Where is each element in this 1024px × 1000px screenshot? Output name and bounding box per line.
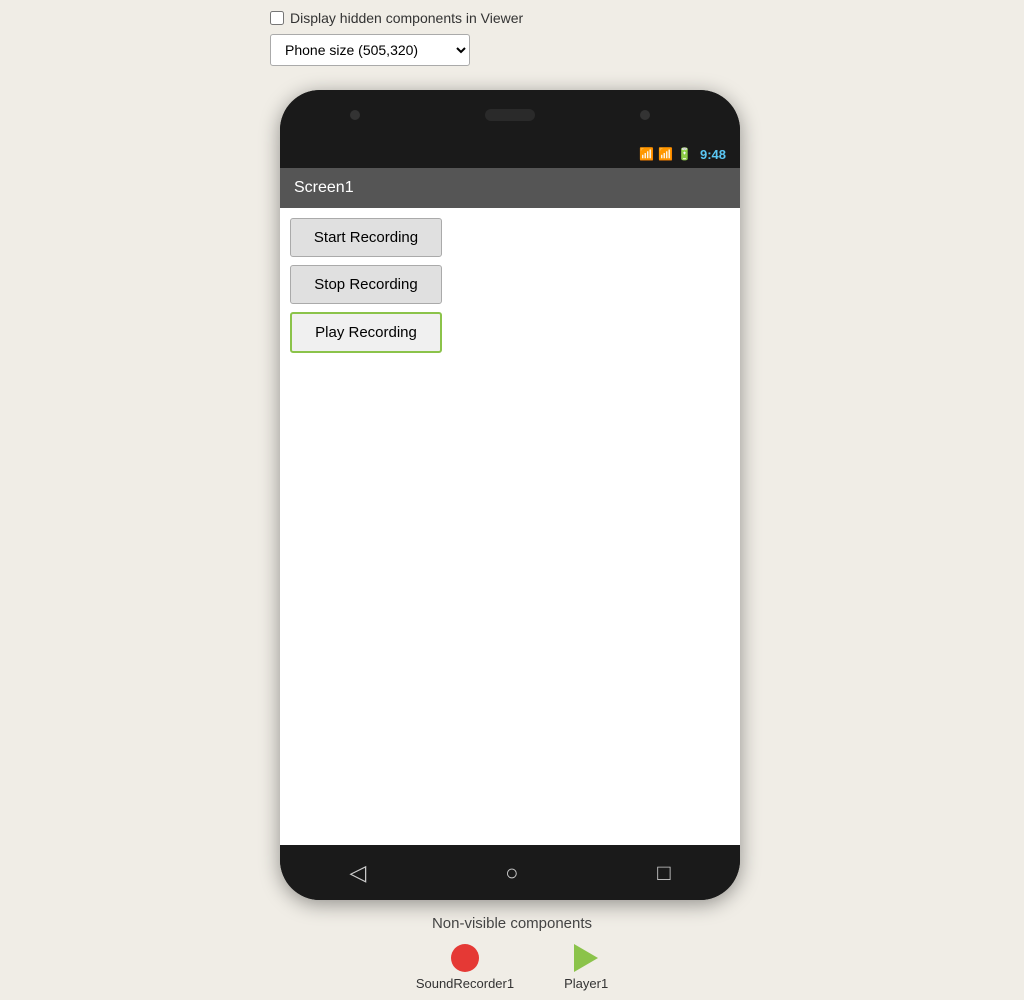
status-time: 9:48 <box>700 147 726 162</box>
phone-sensor-icon <box>640 110 650 120</box>
phone-speaker-icon <box>485 109 535 121</box>
app-title-bar: Screen1 <box>280 168 740 208</box>
signal-icon: 📶 <box>658 147 673 161</box>
display-hidden-label: Display hidden components in Viewer <box>290 10 523 26</box>
checkbox-row: Display hidden components in Viewer <box>270 10 523 26</box>
phone-top-bar <box>280 90 740 140</box>
phone-frame: 📶 📶 🔋 9:48 Screen1 Start Recording Stop … <box>280 90 740 900</box>
status-icons: 📶 📶 🔋 9:48 <box>639 147 726 162</box>
player-icon <box>574 944 598 972</box>
wifi-icon: 📶 <box>639 147 654 161</box>
play-recording-button[interactable]: Play Recording <box>290 312 442 353</box>
phone-camera-icon <box>350 110 360 120</box>
battery-icon: 🔋 <box>677 147 692 161</box>
stop-recording-button[interactable]: Stop Recording <box>290 265 442 304</box>
player-component: Player1 <box>564 944 608 991</box>
back-nav-icon[interactable]: ◁ <box>349 860 366 886</box>
status-bar: 📶 📶 🔋 9:48 <box>280 140 740 168</box>
recent-nav-icon[interactable]: □ <box>657 860 670 886</box>
sound-recorder-label: SoundRecorder1 <box>416 976 514 991</box>
player-label: Player1 <box>564 976 608 991</box>
sound-recorder-icon <box>451 944 479 972</box>
size-select[interactable]: Phone size (505,320) Tablet size (1024,7… <box>270 34 470 66</box>
non-visible-title: Non-visible components <box>0 915 1024 932</box>
sound-recorder-component: SoundRecorder1 <box>416 944 514 991</box>
display-hidden-checkbox[interactable] <box>270 11 284 25</box>
home-nav-icon[interactable]: ○ <box>505 860 518 886</box>
phone-screen: Start Recording Stop Recording Play Reco… <box>280 208 740 845</box>
non-visible-components: SoundRecorder1 Player1 <box>0 944 1024 991</box>
start-recording-button[interactable]: Start Recording <box>290 218 442 257</box>
top-controls: Display hidden components in Viewer Phon… <box>270 10 523 66</box>
app-title-text: Screen1 <box>294 179 354 197</box>
non-visible-section: Non-visible components SoundRecorder1 Pl… <box>0 915 1024 991</box>
phone-nav-bar: ◁ ○ □ <box>280 845 740 900</box>
